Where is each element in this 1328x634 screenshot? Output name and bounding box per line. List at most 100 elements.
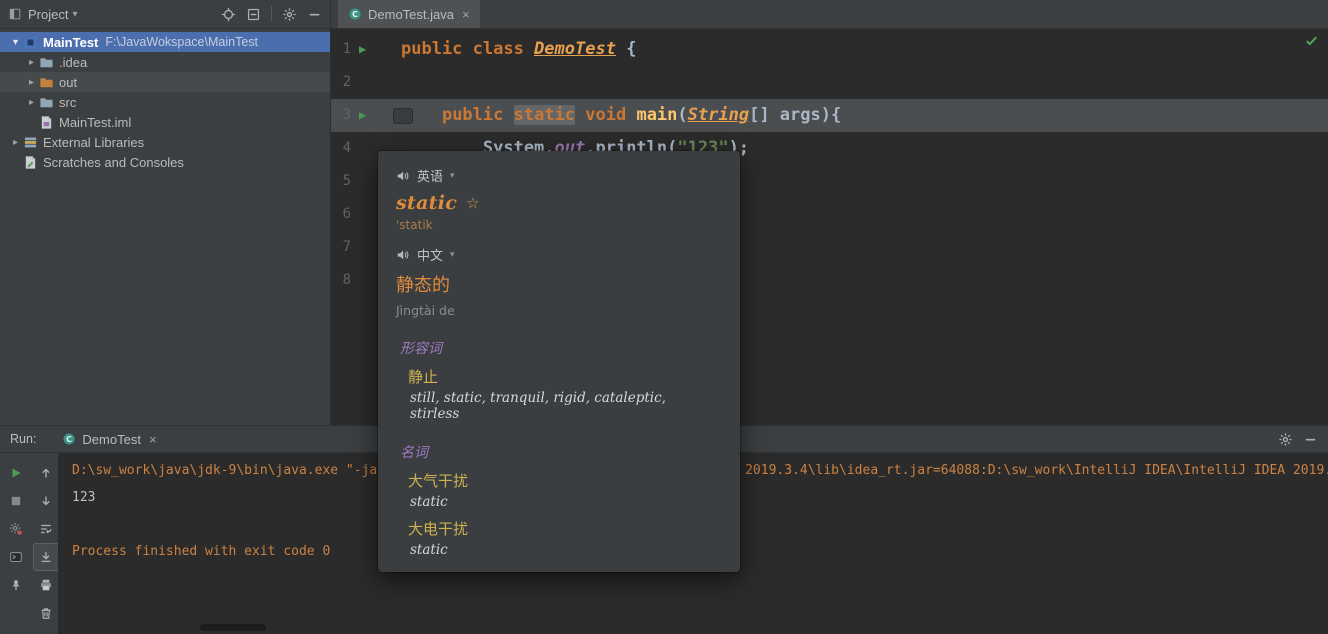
tree-item-scratches-and-consoles[interactable]: Scratches and Consoles (0, 152, 330, 172)
tool-window-icon (8, 7, 22, 21)
rerun-button[interactable] (3, 459, 29, 487)
dictionary-sections: 形容词静止 still, static, tranquil, rigid, cat… (378, 338, 740, 558)
java-class-icon: C (348, 7, 362, 21)
clear-button[interactable] (33, 599, 59, 627)
pinyin-text: Jìngtài de (378, 297, 740, 318)
tree-item-label: External Libraries (43, 135, 144, 150)
folder-icon (39, 55, 54, 70)
source-word: static (396, 192, 457, 214)
tree-item-maintest-iml[interactable]: MainTest.iml (0, 112, 330, 132)
source-word-row: static ☆ (378, 189, 740, 214)
chevron-down-icon[interactable]: ▾ (8, 37, 23, 48)
folder-icon (39, 95, 54, 110)
translation-synonyms: still, static, tranquil, rigid, catalept… (410, 390, 708, 422)
part-of-speech-label: 形容词 (400, 338, 718, 358)
line-number: 6 (337, 198, 351, 231)
down-button[interactable] (33, 487, 59, 515)
down-icon (39, 494, 53, 508)
target-language-row: 中文 ▾ (378, 240, 740, 268)
speaker-icon[interactable] (396, 169, 410, 183)
translation-word: 静止 (408, 366, 710, 387)
part-of-speech-label: 名词 (400, 442, 718, 462)
console-icon (9, 550, 23, 564)
print-icon (39, 578, 53, 592)
tree-item-label: .idea (59, 55, 87, 70)
print-button[interactable] (33, 571, 59, 599)
tree-item-out[interactable]: ▸ out (0, 72, 330, 92)
translation-popup: 英语 ▾ static ☆ 'statik 中文 ▾ 静态的 Jìngtài d… (378, 151, 740, 572)
console-button[interactable] (3, 543, 29, 571)
pin-button[interactable] (3, 571, 29, 599)
project-view-selector[interactable]: Project ▾ (28, 7, 78, 22)
chevron-right-icon[interactable]: ▸ (24, 77, 39, 88)
code-line[interactable]: 3▶ public static void main(String[] args… (331, 99, 1328, 132)
horizontal-scrollbar[interactable] (200, 624, 266, 631)
divider (271, 6, 272, 22)
project-view-label: Project (28, 7, 68, 22)
up-button[interactable] (33, 459, 59, 487)
inspections-status-icon[interactable] (1304, 33, 1319, 48)
settings-icon[interactable] (282, 7, 297, 22)
soft-wrap-button[interactable] (33, 515, 59, 543)
translator-inlay-icon[interactable] (393, 108, 413, 124)
soft-wrap-icon (39, 522, 53, 536)
pin-icon (9, 578, 23, 592)
up-icon (39, 466, 53, 480)
stop-icon (9, 494, 23, 508)
translation-synonyms: static (410, 542, 708, 558)
libraries-icon (23, 135, 38, 150)
favorite-star-icon[interactable]: ☆ (466, 194, 479, 212)
java-class-icon: C (62, 432, 76, 446)
stop-button[interactable] (3, 487, 29, 515)
run-line-icon[interactable]: ▶ (359, 99, 366, 132)
tree-item-external-libraries[interactable]: ▸ External Libraries (0, 132, 330, 152)
tree-item-src[interactable]: ▸ src (0, 92, 330, 112)
translation-synonyms: static (410, 494, 708, 510)
hide-icon[interactable] (1303, 432, 1318, 447)
run-label: Run: (10, 432, 36, 446)
hide-icon[interactable] (307, 7, 322, 22)
target-language-label[interactable]: 中文 (417, 245, 443, 264)
run-line-icon[interactable]: ▶ (359, 33, 366, 66)
close-icon[interactable]: × (149, 432, 157, 447)
project-panel-header: Project ▾ (0, 0, 330, 29)
tree-item-label: MainTest.iml (59, 115, 131, 130)
tree-item-label: MainTest (43, 35, 98, 50)
intellij-window: Project ▾ ▾MainTestF:\JavaWokspace\MainT… (0, 0, 1328, 634)
settings-icon[interactable] (1278, 432, 1293, 447)
chevron-right-icon[interactable]: ▸ (8, 137, 23, 148)
tab-demotest-java[interactable]: C DemoTest.java × (338, 0, 480, 28)
tree-item-label: src (59, 95, 76, 110)
run-tab-label: DemoTest (82, 432, 141, 447)
chevron-right-icon[interactable]: ▸ (24, 57, 39, 68)
run-toolbar (0, 453, 61, 634)
code-line[interactable]: 2 (331, 66, 1328, 99)
close-icon[interactable]: × (462, 7, 470, 22)
tree-item--idea[interactable]: ▸ .idea (0, 52, 330, 72)
profiler-button[interactable] (3, 515, 29, 543)
tree-item-label: out (59, 75, 77, 90)
run-tab-demotest[interactable]: C DemoTest × (62, 432, 156, 447)
project-tree: ▾MainTestF:\JavaWokspace\MainTest▸.idea▸… (0, 29, 330, 172)
chevron-right-icon[interactable]: ▸ (24, 97, 39, 108)
translation-text: 静态的 (378, 268, 740, 297)
toolbar-spacer (3, 599, 29, 627)
phonetic-text: 'statik (378, 214, 740, 232)
translation-word: 大气干扰 (408, 470, 710, 491)
scroll-end-icon (39, 550, 53, 564)
scroll-end-button[interactable] (33, 543, 59, 571)
code-line[interactable]: 1▶public class DemoTest { (331, 33, 1328, 66)
project-icon (23, 35, 38, 50)
tree-item-maintest[interactable]: ▾MainTestF:\JavaWokspace\MainTest (0, 32, 330, 52)
folder-excluded-icon (39, 75, 54, 90)
line-number: 1 (337, 33, 351, 66)
speaker-icon[interactable] (396, 248, 410, 262)
collapse-all-icon[interactable] (246, 7, 261, 22)
line-number: 5 (337, 165, 351, 198)
clear-icon (39, 606, 53, 620)
chevron-down-icon: ▾ (72, 9, 77, 20)
rerun-icon (9, 466, 23, 480)
source-language-label[interactable]: 英语 (417, 166, 443, 185)
translation-word: 大电干扰 (408, 518, 710, 539)
locate-icon[interactable] (221, 7, 236, 22)
